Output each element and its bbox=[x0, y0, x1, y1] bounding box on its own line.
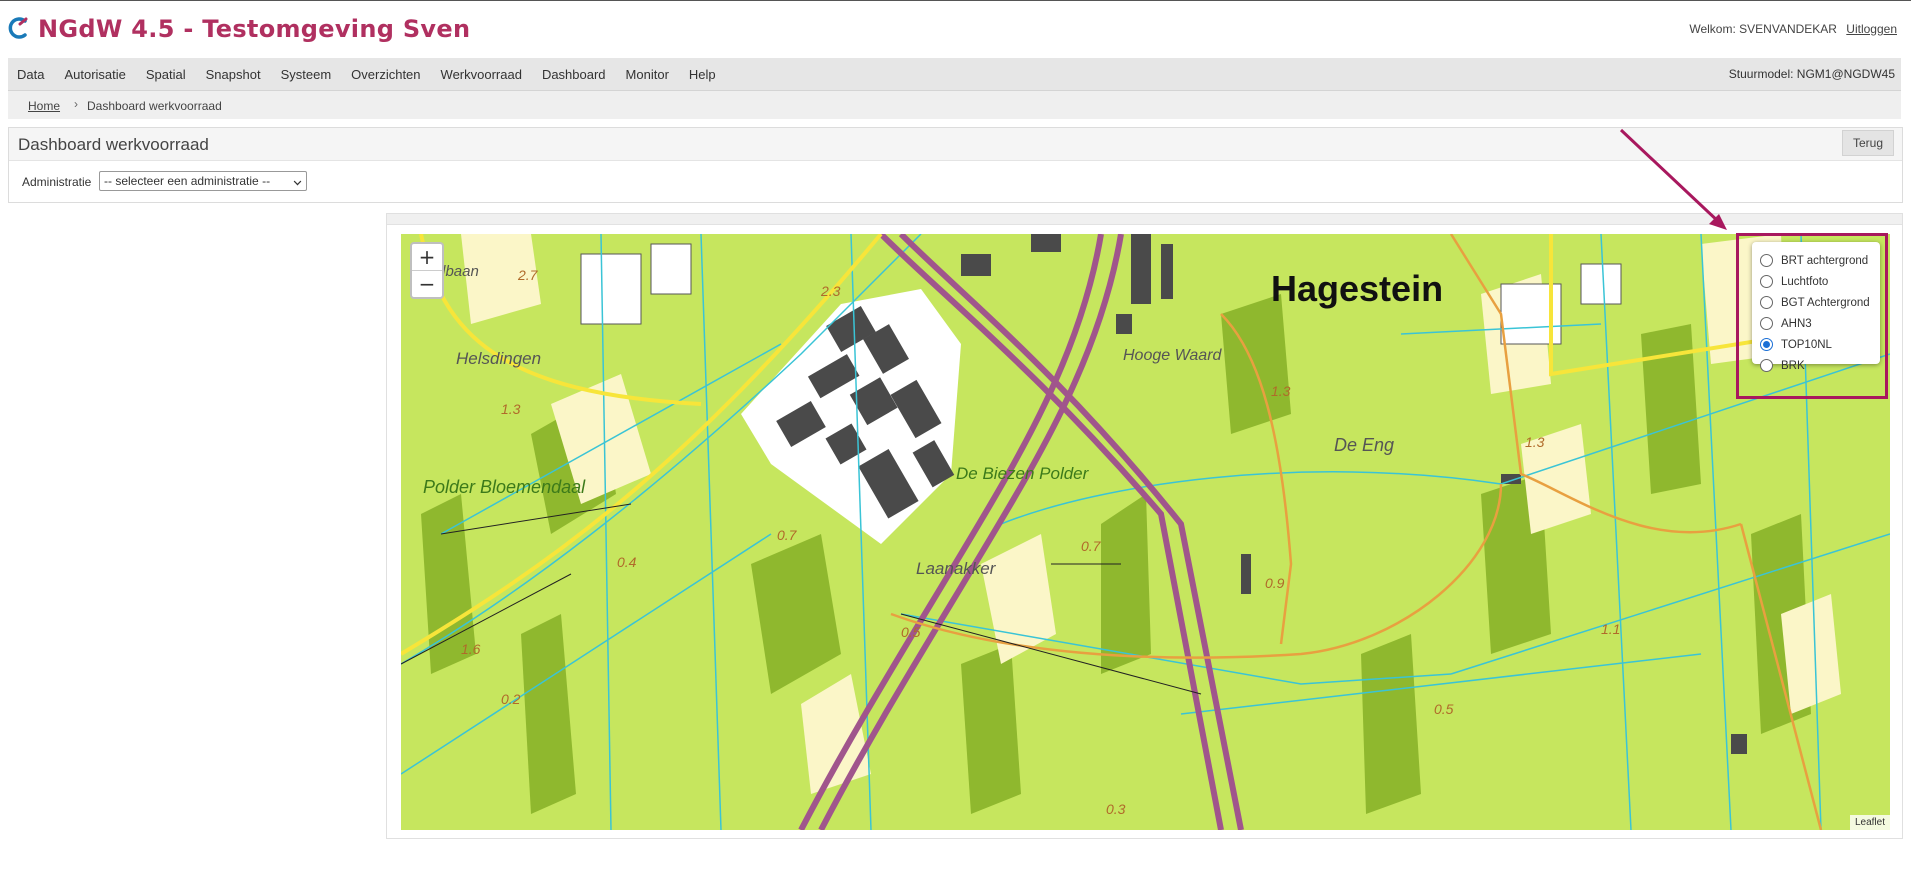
page-title: Dashboard werkvoorraad bbox=[18, 135, 209, 154]
map-height-label: 1.1 bbox=[1601, 621, 1620, 637]
map-panel: Hagestein Helsdingen Hooge Waard De Eng … bbox=[386, 213, 1903, 839]
app-header: NGdW 4.5 - Testomgeving Sven Welkom: SVE… bbox=[0, 1, 1911, 57]
annotation-arrow-icon bbox=[1619, 128, 1727, 230]
zoom-out-button[interactable]: − bbox=[412, 271, 442, 297]
menu-item-snapshot[interactable]: Snapshot bbox=[206, 67, 261, 82]
menu-item-help[interactable]: Help bbox=[689, 67, 716, 82]
menu-item-systeem[interactable]: Systeem bbox=[281, 67, 332, 82]
breadcrumb: Home › Dashboard werkvoorraad bbox=[8, 91, 1901, 119]
map-label-polder-bloemendaal: Polder Bloemendaal bbox=[423, 477, 586, 497]
map-label-helsdingen: Helsdingen bbox=[456, 349, 541, 368]
menu-item-autorisatie[interactable]: Autorisatie bbox=[64, 67, 125, 82]
administration-select-value: -- selecteer een administratie -- bbox=[104, 174, 271, 188]
map-label-hooge-waard: Hooge Waard bbox=[1123, 347, 1223, 364]
map-height-label: 1.6 bbox=[461, 641, 481, 657]
breadcrumb-current: Dashboard werkvoorraad bbox=[87, 99, 222, 113]
menu-item-data[interactable]: Data bbox=[17, 67, 44, 82]
app-logo-icon bbox=[8, 17, 28, 39]
logout-link[interactable]: Uitloggen bbox=[1846, 22, 1897, 36]
map-height-label: 0.9 bbox=[1265, 575, 1285, 591]
map-height-label: 1.3 bbox=[1525, 434, 1545, 450]
menu-item-werkvoorraad[interactable]: Werkvoorraad bbox=[441, 67, 522, 82]
menu-item-spatial[interactable]: Spatial bbox=[146, 67, 186, 82]
map-label-laanakker: Laanakker bbox=[916, 559, 997, 578]
administration-select[interactable]: -- selecteer een administratie -- bbox=[99, 171, 307, 191]
menu-item-overzichten[interactable]: Overzichten bbox=[351, 67, 420, 82]
map-height-label: 0.4 bbox=[617, 554, 637, 570]
breadcrumb-home-link[interactable]: Home bbox=[28, 99, 60, 113]
map-label-de-eng: De Eng bbox=[1334, 435, 1394, 455]
control-model-label: Stuurmodel: NGM1@NGDW45 bbox=[1728, 67, 1895, 81]
welcome-text: Welkom: SVENVANDEKAR bbox=[1689, 22, 1837, 36]
menu-item-dashboard[interactable]: Dashboard bbox=[542, 67, 606, 82]
back-button[interactable]: Terug bbox=[1841, 130, 1894, 156]
map-label-hagestein: Hagestein bbox=[1271, 268, 1443, 309]
topographic-map-tiles: Hagestein Helsdingen Hooge Waard De Eng … bbox=[401, 234, 1890, 830]
zoom-in-button[interactable]: + bbox=[412, 244, 442, 271]
app-title: NGdW 4.5 - Testomgeving Sven bbox=[38, 15, 471, 43]
map-height-label: 0.3 bbox=[1106, 801, 1126, 817]
welcome-area: Welkom: SVENVANDEKAR Uitloggen bbox=[1689, 22, 1897, 36]
map-height-label: 0.7 bbox=[777, 527, 798, 543]
zoom-control: + − bbox=[410, 242, 444, 299]
map-label-de-biezen-polder: De Biezen Polder bbox=[956, 464, 1090, 483]
map-viewport[interactable]: Hagestein Helsdingen Hooge Waard De Eng … bbox=[401, 234, 1890, 830]
map-height-label: 1.3 bbox=[1271, 383, 1291, 399]
administration-label: Administratie bbox=[22, 175, 92, 189]
breadcrumb-separator: › bbox=[74, 97, 78, 111]
map-height-label: 2.3 bbox=[820, 283, 841, 299]
map-height-label: 0.5 bbox=[901, 624, 921, 640]
map-height-label: 0.2 bbox=[501, 691, 521, 707]
map-attribution[interactable]: Leaflet bbox=[1849, 815, 1890, 830]
map-height-label: 1.3 bbox=[501, 401, 521, 417]
main-menu: Data Autorisatie Spatial Snapshot Systee… bbox=[8, 58, 1901, 91]
layer-switcher-highlight-box bbox=[1736, 233, 1888, 399]
chevron-down-icon bbox=[293, 177, 302, 186]
map-height-label: 2.7 bbox=[517, 267, 539, 283]
menu-item-monitor[interactable]: Monitor bbox=[626, 67, 669, 82]
map-height-label: 0.7 bbox=[1081, 538, 1102, 554]
map-height-label: 0.5 bbox=[1434, 701, 1454, 717]
